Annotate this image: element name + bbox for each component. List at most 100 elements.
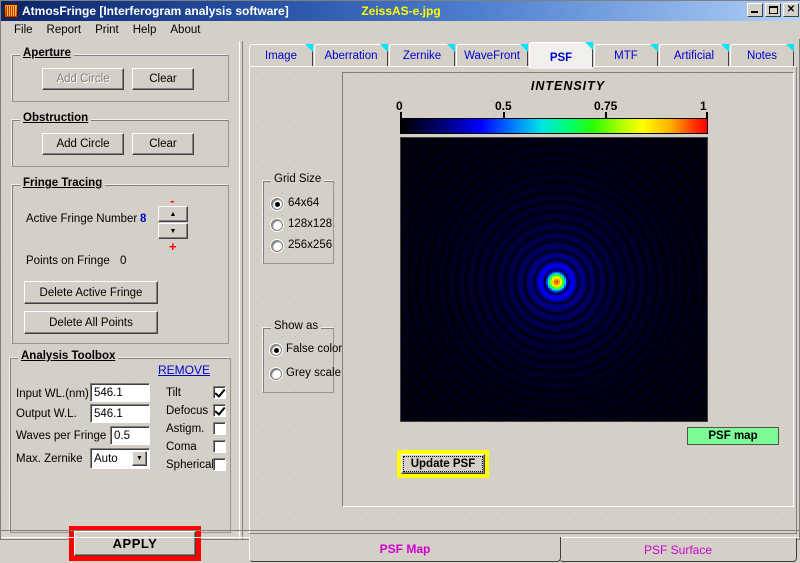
- window-controls: ✕: [747, 3, 799, 17]
- grid-size-radio-64[interactable]: [271, 198, 283, 210]
- input-wl-label: Input WL.(nm): [16, 388, 89, 400]
- points-on-fringe-value: 0: [120, 255, 127, 267]
- grid-size-label-64: 64x64: [288, 197, 320, 209]
- max-zernike-select[interactable]: Auto ▼: [90, 448, 150, 469]
- tab-artificial[interactable]: Artificial: [659, 44, 729, 66]
- aperture-add-circle-button[interactable]: Add Circle: [42, 68, 124, 90]
- menu-print[interactable]: Print: [88, 23, 126, 37]
- fringe-tracing-group: Fringe Tracing Active Fringe Number 8 - …: [11, 177, 229, 344]
- output-wl-field[interactable]: 546.1: [90, 404, 150, 423]
- grid-size-radio-256[interactable]: [271, 240, 283, 252]
- aberration-checkbox-defocus[interactable]: [213, 404, 226, 417]
- maximize-button[interactable]: [765, 3, 781, 17]
- intensity-title: INTENSITY: [530, 79, 606, 93]
- aperture-clear-button[interactable]: Clear: [132, 68, 194, 90]
- max-zernike-value: Auto: [94, 452, 118, 465]
- plus-sign-label: +: [169, 239, 177, 254]
- app-icon: [4, 4, 18, 18]
- grid-size-label-128: 128x128: [288, 218, 333, 230]
- analysis-toolbox-group-title: Analysis Toolbox: [18, 350, 119, 362]
- tab-bar: Image Aberration Zernike WaveFront PSF M…: [249, 42, 795, 68]
- psf-map-badge: PSF map: [687, 427, 779, 445]
- close-button[interactable]: ✕: [783, 3, 799, 17]
- analysis-toolbox-group: Analysis Toolbox REMOVE Input WL.(nm) 54…: [9, 350, 231, 533]
- spin-down-icon: ▼: [169, 227, 177, 235]
- tab-zernike[interactable]: Zernike: [389, 44, 455, 66]
- grid-size-group: Grid Size 64x64 128x128 256x256: [262, 173, 334, 264]
- obstruction-clear-button[interactable]: Clear: [132, 133, 194, 155]
- aberration-label-defocus: Defocus: [166, 405, 209, 417]
- psf-map-image[interactable]: [400, 137, 708, 422]
- aberration-label-tilt: Tilt: [166, 387, 181, 399]
- grid-size-label-256: 256x256: [288, 239, 333, 251]
- waves-per-fringe-label: Waves per Fringe: [16, 430, 107, 442]
- psf-tab-content: Grid Size 64x64 128x128 256x256 Show as …: [249, 66, 797, 534]
- menu-about[interactable]: About: [163, 23, 207, 37]
- active-fringe-number-label: Active Fringe Number: [26, 213, 138, 225]
- menu-bar: File Report Print Help About: [1, 21, 800, 39]
- colorbar-tick-label-0-75: 0.75: [594, 99, 618, 113]
- spin-up-icon: ▲: [169, 210, 177, 218]
- tab-image[interactable]: Image: [249, 44, 313, 66]
- right-content-panel: Image Aberration Zernike WaveFront PSF M…: [245, 41, 800, 562]
- delete-all-points-button[interactable]: Delete All Points: [24, 311, 158, 334]
- panel-divider[interactable]: [239, 41, 243, 539]
- colorbar-tick-label-1: 1: [700, 99, 707, 113]
- minus-sign-label: -: [170, 193, 175, 208]
- fringe-spinner-down-button[interactable]: ▼: [158, 223, 188, 239]
- aberration-label-astigm: Astigm.: [166, 423, 205, 435]
- output-wl-label: Output W.L.: [16, 408, 77, 420]
- aberration-checkbox-coma[interactable]: [213, 440, 226, 453]
- intensity-colorbar: [400, 118, 708, 134]
- delete-active-fringe-button[interactable]: Delete Active Fringe: [24, 281, 158, 304]
- show-as-radio-grey-scale[interactable]: [270, 368, 282, 380]
- psf-display-area: INTENSITY 0 0.5 0.75 1 PSF map Update PS…: [342, 72, 794, 507]
- bottom-tab-psf-surface[interactable]: PSF Surface: [559, 538, 797, 562]
- minimize-button[interactable]: [747, 3, 763, 17]
- show-as-label-false-color: False color: [286, 343, 343, 355]
- aberration-label-coma: Coma: [166, 441, 197, 453]
- obstruction-group-title: Obstruction: [20, 112, 92, 124]
- waves-per-fringe-field[interactable]: 0.5: [110, 426, 150, 445]
- left-control-panel: Aperture Add Circle Clear Obstruction Ad…: [1, 41, 237, 561]
- fringe-spinner-up-button[interactable]: ▲: [158, 206, 188, 222]
- points-on-fringe-label: Points on Fringe: [26, 255, 110, 267]
- show-as-radio-false-color[interactable]: [270, 344, 282, 356]
- tab-psf[interactable]: PSF: [529, 42, 593, 67]
- aperture-group: Aperture Add Circle Clear: [11, 47, 229, 102]
- colorbar-tick-label-0-5: 0.5: [495, 99, 512, 113]
- update-psf-highlight: Update PSF: [397, 450, 489, 478]
- colorbar-tick-label-0: 0: [396, 99, 403, 113]
- aberration-label-spherical: Spherical: [166, 459, 214, 471]
- tab-aberration[interactable]: Aberration: [314, 44, 388, 66]
- obstruction-add-circle-button[interactable]: Add Circle: [42, 133, 124, 155]
- aperture-group-title: Aperture: [20, 47, 74, 59]
- show-as-group-title: Show as: [271, 320, 322, 332]
- show-as-group: Show as False color Grey scale: [262, 320, 342, 393]
- menu-report[interactable]: Report: [40, 23, 89, 37]
- chevron-down-icon[interactable]: ▼: [132, 451, 147, 466]
- update-psf-button[interactable]: Update PSF: [401, 454, 485, 474]
- remove-link[interactable]: REMOVE: [158, 363, 210, 377]
- application-window: AtmosFringe [Interferogram analysis soft…: [0, 0, 800, 562]
- menu-help[interactable]: Help: [126, 23, 164, 37]
- title-bar: AtmosFringe [Interferogram analysis soft…: [1, 1, 800, 21]
- obstruction-group: Obstruction Add Circle Clear: [11, 112, 229, 167]
- aberration-checkbox-spherical[interactable]: [213, 458, 226, 471]
- bottom-tab-bar: PSF Map PSF Surface: [249, 537, 797, 563]
- input-wl-field[interactable]: 546.1: [90, 383, 150, 402]
- active-fringe-number-value: 8: [140, 213, 147, 225]
- bottom-tab-psf-map[interactable]: PSF Map: [249, 537, 561, 562]
- grid-size-group-title: Grid Size: [271, 173, 325, 185]
- aberration-checkbox-tilt[interactable]: [213, 386, 226, 399]
- tab-mtf[interactable]: MTF: [594, 44, 658, 66]
- tab-notes[interactable]: Notes: [730, 44, 794, 66]
- show-as-label-grey-scale: Grey scale: [286, 367, 341, 379]
- app-title: AtmosFringe [Interferogram analysis soft…: [22, 4, 289, 18]
- max-zernike-label: Max. Zernike: [16, 453, 83, 465]
- aberration-checkbox-astigm[interactable]: [213, 422, 226, 435]
- menu-file[interactable]: File: [7, 23, 40, 37]
- fringe-tracing-group-title: Fringe Tracing: [20, 177, 106, 189]
- grid-size-radio-128[interactable]: [271, 219, 283, 231]
- tab-wavefront[interactable]: WaveFront: [456, 44, 528, 66]
